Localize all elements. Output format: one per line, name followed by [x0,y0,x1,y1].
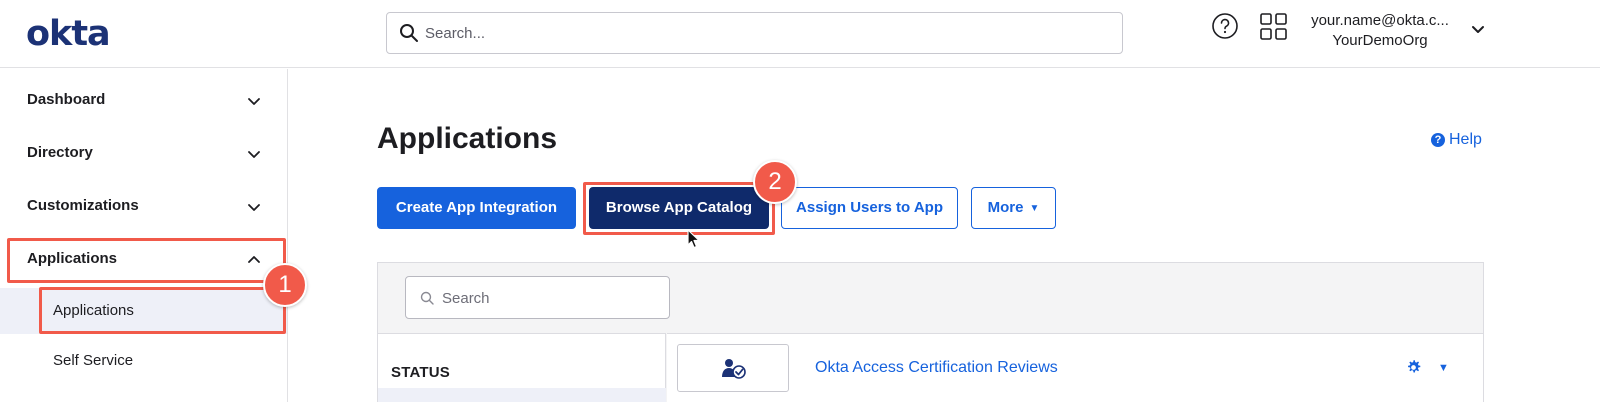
caret-down-icon: ▼ [1029,203,1040,214]
search-placeholder: Search... [425,25,486,42]
app-switcher-icon[interactable] [1259,12,1289,42]
help-label: Help [1449,131,1482,148]
app-name-link[interactable]: Okta Access Certification Reviews [815,359,1058,377]
highlight-applications-nav [7,238,286,283]
help-link[interactable]: ? Help [1431,131,1482,149]
sidebar-subitem-label: Self Service [53,352,134,369]
chevron-down-icon[interactable] [1470,22,1486,38]
chevron-down-icon [248,204,260,211]
apps-list [667,333,1483,402]
status-filter-column: STATUS [378,333,666,402]
sidebar-item-dashboard[interactable]: Dashboard [0,78,287,122]
sidebar-item-customizations[interactable]: Customizations [0,184,287,228]
step-badge-2: 2 [753,160,797,204]
highlight-applications-subitem [39,287,286,334]
step-badge-1: 1 [263,263,307,307]
certification-reviews-icon [722,359,746,379]
search-icon [400,24,418,42]
sidebar-item-label: Customizations [27,197,139,214]
apps-search-placeholder: Search [442,290,490,307]
help-icon: ? [1431,133,1445,147]
help-circle-icon[interactable] [1211,12,1239,40]
create-app-integration-button[interactable]: Create App Integration [377,187,576,229]
apps-search-input[interactable]: Search [405,276,670,319]
mouse-cursor-icon [687,229,700,249]
page-title: Applications [377,122,558,155]
gear-icon[interactable] [1405,359,1422,376]
assign-users-to-app-button[interactable]: Assign Users to App [781,187,958,229]
status-filter-row[interactable] [378,388,666,402]
user-org: YourDemoOrg [1332,32,1428,49]
sidebar-item-label: Dashboard [27,91,106,108]
user-email: your.name@okta.c... [1311,12,1449,29]
app-logo[interactable] [677,344,789,392]
highlight-browse-catalog [583,182,775,235]
chevron-down-icon [248,151,260,158]
chevron-down-icon [248,98,260,105]
okta-logo[interactable]: okta [26,14,111,54]
app-actions-caret-icon[interactable]: ▼ [1438,362,1449,374]
sidebar-item-label: Directory [27,144,93,161]
sidebar-item-directory[interactable]: Directory [0,131,287,175]
more-dropdown-button[interactable]: More ▼ [971,187,1056,229]
status-heading: STATUS [391,364,450,381]
user-menu[interactable]: your.name@okta.c... YourDemoOrg [1300,11,1460,51]
global-search-input[interactable]: Search... [386,12,1123,54]
sidebar-subitem-self-service[interactable]: Self Service [0,338,287,384]
search-icon [420,291,434,305]
more-label: More [987,199,1024,216]
top-header: okta Search... your.name@okta.c... YourD… [0,0,1600,68]
